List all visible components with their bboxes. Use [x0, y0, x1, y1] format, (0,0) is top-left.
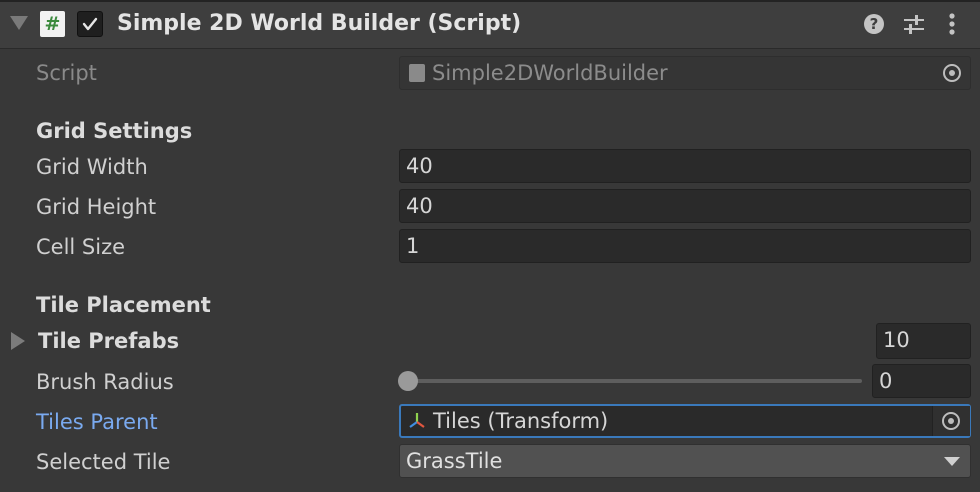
selected-tile-value: GrassTile — [406, 449, 503, 473]
selected-tile-dropdown[interactable]: GrassTile — [399, 444, 971, 478]
foldout-arrow-icon[interactable] — [10, 16, 28, 30]
presets-icon[interactable] — [902, 12, 926, 36]
header-top-border — [0, 0, 980, 2]
brush-radius-slider-track[interactable] — [402, 379, 862, 383]
object-picker-icon[interactable] — [942, 412, 960, 430]
tiles-parent-field[interactable]: Tiles (Transform) — [399, 404, 971, 438]
transform-icon — [409, 413, 425, 428]
grid-settings-header: Grid Settings — [36, 119, 193, 143]
help-icon[interactable]: ? — [864, 14, 884, 34]
script-icon: # — [40, 11, 65, 37]
script-field-value: Simple2DWorldBuilder — [432, 61, 668, 85]
grid-height-label: Grid Height — [36, 195, 157, 219]
brush-radius-slider-thumb[interactable] — [398, 371, 418, 391]
enabled-checkbox[interactable] — [77, 11, 103, 37]
script-asset-icon — [409, 64, 425, 82]
tiles-parent-value: Tiles (Transform) — [433, 409, 609, 433]
tile-prefabs-size-input[interactable]: 10 — [876, 323, 971, 359]
grid-height-input[interactable]: 40 — [399, 189, 971, 223]
brush-radius-label: Brush Radius — [36, 370, 174, 394]
tile-prefabs-foldout-icon[interactable] — [11, 332, 25, 350]
cell-size-input[interactable]: 1 — [399, 229, 971, 263]
grid-width-label: Grid Width — [36, 155, 148, 179]
tile-placement-header: Tile Placement — [36, 293, 211, 317]
selected-tile-label: Selected Tile — [36, 450, 171, 474]
component-title: Simple 2D World Builder (Script) — [117, 11, 522, 36]
context-menu-icon[interactable] — [944, 12, 960, 36]
brush-radius-input[interactable]: 0 — [872, 364, 971, 398]
tile-prefabs-label[interactable]: Tile Prefabs — [38, 326, 179, 356]
tiles-parent-label: Tiles Parent — [36, 410, 158, 434]
chevron-down-icon — [944, 457, 960, 466]
checkmark-icon — [82, 17, 98, 31]
grid-width-input[interactable]: 40 — [399, 149, 971, 183]
script-field[interactable]: Simple2DWorldBuilder — [399, 56, 971, 90]
cell-size-label: Cell Size — [36, 235, 126, 259]
object-picker-icon[interactable] — [943, 64, 961, 82]
script-label: Script — [36, 61, 97, 85]
